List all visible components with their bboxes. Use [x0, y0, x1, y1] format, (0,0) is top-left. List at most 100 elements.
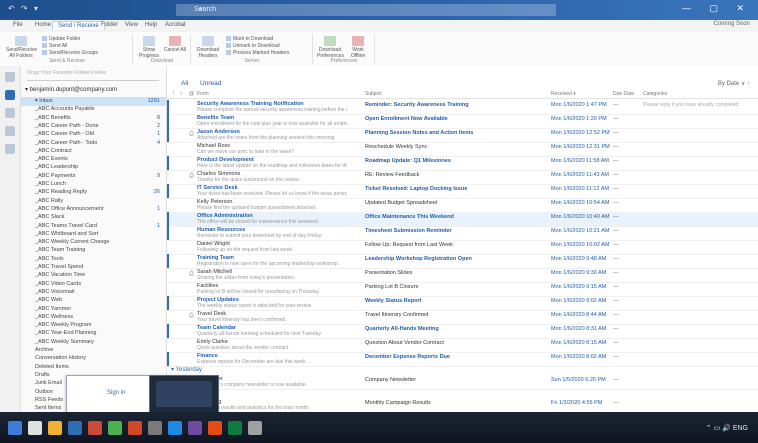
- folder-name: _ABC Benefits: [35, 114, 71, 121]
- send-receive-groups-button[interactable]: Send/Receive Groups: [42, 50, 98, 56]
- people-icon[interactable]: [5, 126, 15, 136]
- work-offline-button[interactable]: Work Offline: [345, 36, 371, 59]
- ribbon-tab-folder[interactable]: Folder: [96, 21, 123, 29]
- chrome-taskbar-icon[interactable]: [88, 421, 102, 435]
- subject-column[interactable]: Subject: [365, 91, 382, 97]
- file-explorer-icon[interactable]: [48, 421, 62, 435]
- cancel-all-button[interactable]: Cancel All: [163, 36, 187, 53]
- edge-taskbar-icon[interactable]: [168, 421, 182, 435]
- send-all-button[interactable]: Send All: [42, 43, 67, 49]
- due-date-column[interactable]: Due Date: [613, 91, 634, 97]
- message-categories: Please reply if you have already complet…: [643, 102, 739, 108]
- from-column[interactable]: From: [197, 91, 209, 97]
- categories-column[interactable]: Categories: [643, 91, 667, 97]
- excel-taskbar-icon[interactable]: [108, 421, 122, 435]
- message-subject: Ticket Resolved: Laptop Docking Issue: [365, 186, 468, 192]
- system-tray[interactable]: ⌃ ▭ 🔊 ENG: [706, 424, 748, 432]
- ribbon-group-label: Download: [150, 58, 174, 64]
- window-thumbnail[interactable]: [149, 375, 219, 414]
- tab-all[interactable]: All: [181, 80, 188, 87]
- message-row[interactable]: Security Awareness Training Notification…: [167, 100, 758, 115]
- message-row[interactable]: Daniel Wright Following up on the request…: [167, 240, 758, 255]
- message-subject: Planning Session Notes and Action Items: [365, 130, 474, 136]
- folder-name: _ABC Slack: [35, 214, 65, 221]
- settings-taskbar-icon[interactable]: [148, 421, 162, 435]
- update-folder-button[interactable]: Update Folder: [42, 36, 81, 42]
- message-row[interactable]: Benefits Team Open enrollment for the new…: [167, 114, 758, 129]
- message-row[interactable]: IT Service Desk Your ticket has been reso…: [167, 184, 758, 199]
- message-due: —: [613, 172, 619, 178]
- message-due: —: [613, 144, 619, 150]
- mark-to-download-button[interactable]: Mark to Download: [226, 36, 273, 42]
- column-headers: ! ☆ @ From Subject Received ▾ Due Date C…: [167, 90, 758, 99]
- message-row[interactable]: Training Team Registration is now open fo…: [167, 254, 758, 269]
- onenote-taskbar-icon[interactable]: [188, 421, 202, 435]
- flag-column[interactable]: ☆: [179, 91, 183, 97]
- message-row[interactable]: Emily Clarke Quick question about the ven…: [167, 338, 758, 353]
- attachment-column[interactable]: @: [189, 91, 194, 97]
- message-due: —: [613, 256, 619, 262]
- show-progress-button[interactable]: Show Progress: [137, 36, 161, 59]
- window-controls[interactable]: — ▢ ✕: [682, 3, 752, 14]
- ribbon-tab-help[interactable]: Help: [140, 21, 162, 29]
- account-header[interactable]: ▾ benjamin.dupont@company.com: [25, 86, 117, 93]
- message-preview: Parking lot B will be closed for resurfa…: [197, 289, 320, 295]
- group-header[interactable]: ▾ Yesterday: [171, 366, 202, 373]
- ribbon: Send/Receive All Folders Update Folder S…: [0, 32, 758, 67]
- message-due: —: [613, 400, 619, 406]
- message-row[interactable]: ⎙ Sarah Mitchell Sharing the slides from t…: [167, 268, 758, 283]
- message-row[interactable]: Office Administration The office will be …: [167, 212, 758, 227]
- message-row[interactable]: ⎙ Jason Anderson Attached are the notes fr…: [167, 128, 758, 143]
- message-row[interactable]: ⎙ Travel Desk Your travel itinerary has be…: [167, 310, 758, 325]
- message-due: —: [613, 130, 619, 136]
- search-box[interactable]: ⌕ Search: [176, 4, 556, 16]
- apps-icon[interactable]: [5, 72, 15, 82]
- sort-control[interactable]: By Date ∨ ↑: [718, 80, 750, 87]
- message-row[interactable]: Product Development Here is the latest up…: [167, 156, 758, 171]
- title-bar: ↶ ↷ ▾ ⌕ Search — ▢ ✕: [0, 0, 758, 20]
- start-icon[interactable]: [8, 421, 22, 435]
- message-subject: Timesheet Submission Reminder: [365, 228, 452, 234]
- app-taskbar-icon[interactable]: [208, 421, 222, 435]
- download-preferences-button[interactable]: Download Preferences: [317, 36, 344, 59]
- process-marked-headers-button[interactable]: Process Marked Headers: [226, 50, 289, 56]
- coming-soon-toggle[interactable]: Coming Soon: [714, 21, 750, 27]
- unmark-to-download-button[interactable]: Unmark to Download: [226, 43, 280, 49]
- mail-icon[interactable]: [5, 90, 15, 100]
- send-receive-all-button[interactable]: Send/Receive All Folders: [6, 36, 37, 59]
- message-row[interactable]: NewsletterThis week's company newsletter…: [167, 375, 758, 390]
- message-row[interactable]: Team Calendar Quarterly all-hands meeting…: [167, 324, 758, 339]
- message-preview: Registration is now open for the upcomin…: [197, 261, 340, 267]
- message-row[interactable]: Human Resources Reminder to submit your t…: [167, 226, 758, 241]
- misc-taskbar-icon[interactable]: [248, 421, 262, 435]
- search-taskbar-icon[interactable]: [28, 421, 42, 435]
- message-received: Mon 1/6/2020 8:02 AM: [551, 354, 607, 360]
- message-row[interactable]: ⎙ Charles Simmons Thanks for the quick tur…: [167, 170, 758, 185]
- ribbon-tab-acrobat[interactable]: Acrobat: [160, 21, 191, 29]
- folder-name: _ABC Career Path - Todo: [35, 139, 98, 146]
- message-row[interactable]: Kelly Peterson Please find the updated bu…: [167, 198, 758, 213]
- calendar-icon[interactable]: [5, 108, 15, 118]
- message-row[interactable]: Michael Ross Can we move our sync to late…: [167, 142, 758, 157]
- message-row[interactable]: MarketingCampaign results and analytics …: [167, 398, 758, 412]
- message-received: Mon 1/6/2020 10:54 AM: [551, 200, 610, 206]
- quick-access-toolbar[interactable]: ↶ ↷ ▾: [8, 4, 40, 13]
- ribbon-tab-file[interactable]: File: [8, 21, 28, 29]
- download-headers-button[interactable]: Download Headers: [195, 36, 221, 59]
- teams-taskbar-icon[interactable]: [228, 421, 242, 435]
- tasks-icon[interactable]: [5, 144, 15, 154]
- importance-column[interactable]: !: [173, 91, 174, 97]
- message-received: Mon 1/6/2020 12:31 PM: [551, 144, 610, 150]
- message-row[interactable]: Project Updates The weekly status report …: [167, 296, 758, 311]
- folder-name: _ABC Career Path - Old: [35, 131, 94, 138]
- outlook-taskbar-icon[interactable]: [68, 421, 82, 435]
- tab-unread[interactable]: Unread: [200, 80, 221, 87]
- powerpoint-taskbar-icon[interactable]: [128, 421, 142, 435]
- message-received: Mon 1/6/2020 9:15 AM: [551, 284, 607, 290]
- received-column[interactable]: Received ▾: [551, 91, 576, 97]
- send-receive-icon: [15, 36, 27, 46]
- message-preview: Sharing the slides from today's presenta…: [197, 275, 296, 281]
- message-preview: Quarterly all-hands meeting scheduled fo…: [197, 331, 322, 337]
- message-row[interactable]: Finance Expense reports for December are …: [167, 352, 758, 367]
- message-row[interactable]: Facilities Parking lot B will be closed f…: [167, 282, 758, 297]
